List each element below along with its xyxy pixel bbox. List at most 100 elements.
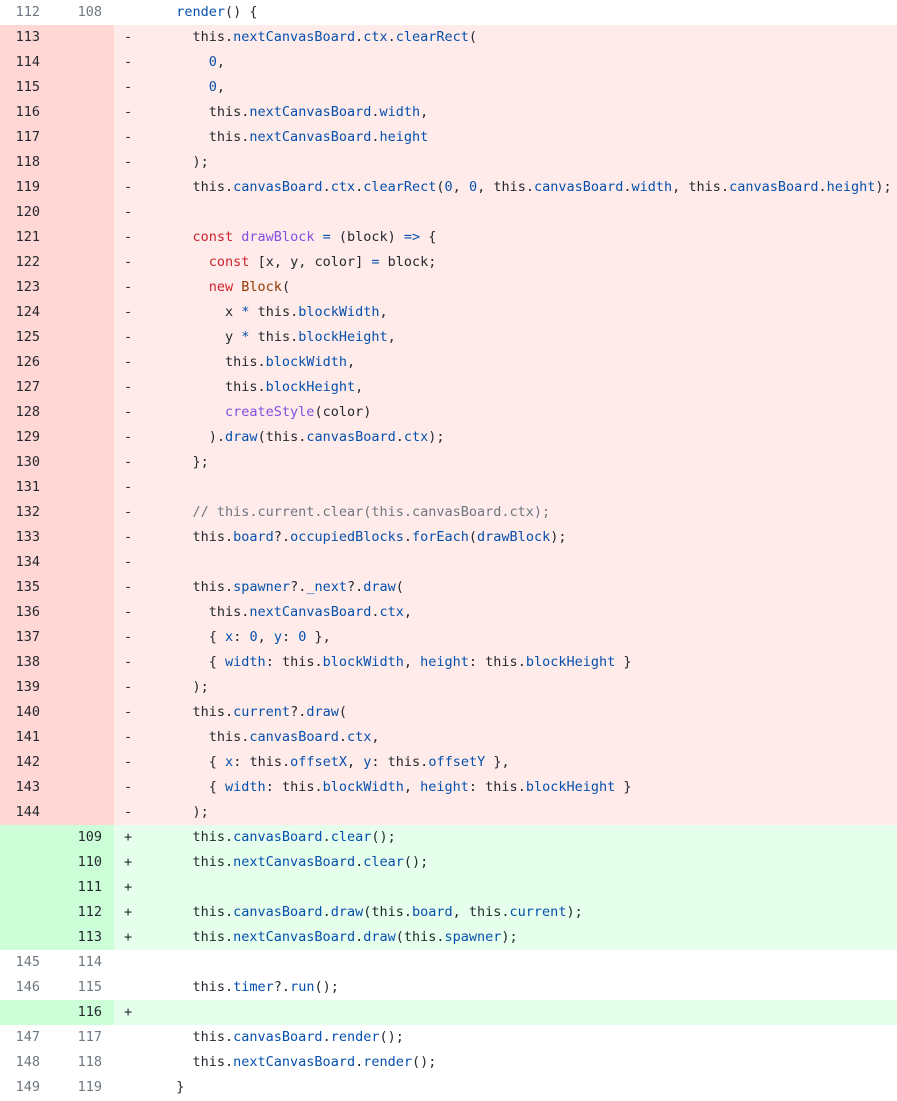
new-line-number[interactable] bbox=[57, 150, 114, 175]
new-line-number[interactable]: 111 bbox=[57, 875, 114, 900]
new-line-number[interactable]: 112 bbox=[57, 900, 114, 925]
old-line-number[interactable]: 141 bbox=[0, 725, 57, 750]
new-line-number[interactable] bbox=[57, 475, 114, 500]
new-line-number[interactable] bbox=[57, 650, 114, 675]
old-line-number[interactable]: 117 bbox=[0, 125, 57, 150]
old-line-number[interactable]: 143 bbox=[0, 775, 57, 800]
old-line-number[interactable]: 115 bbox=[0, 75, 57, 100]
old-line-number[interactable]: 125 bbox=[0, 325, 57, 350]
code-token: clearRect bbox=[363, 179, 437, 195]
code-token: , bbox=[403, 654, 421, 670]
old-line-number[interactable]: 112 bbox=[0, 0, 57, 25]
code-token: 0 bbox=[208, 54, 217, 70]
old-line-number[interactable]: 137 bbox=[0, 625, 57, 650]
new-line-number[interactable] bbox=[57, 675, 114, 700]
new-line-number[interactable]: 113 bbox=[57, 925, 114, 950]
old-line-number[interactable] bbox=[0, 825, 57, 850]
new-line-number[interactable] bbox=[57, 375, 114, 400]
old-line-number[interactable] bbox=[0, 900, 57, 925]
new-line-number[interactable] bbox=[57, 450, 114, 475]
new-line-number[interactable] bbox=[57, 175, 114, 200]
new-line-number[interactable] bbox=[57, 800, 114, 825]
code-token: draw bbox=[306, 704, 339, 720]
old-line-number[interactable]: 129 bbox=[0, 425, 57, 450]
new-line-number[interactable] bbox=[57, 550, 114, 575]
old-line-number[interactable]: 134 bbox=[0, 550, 57, 575]
old-line-number[interactable]: 123 bbox=[0, 275, 57, 300]
old-line-number[interactable] bbox=[0, 925, 57, 950]
new-line-number[interactable]: 115 bbox=[57, 975, 114, 1000]
old-line-number[interactable]: 132 bbox=[0, 500, 57, 525]
old-line-number[interactable]: 136 bbox=[0, 600, 57, 625]
new-line-number[interactable] bbox=[57, 125, 114, 150]
diff-line-context: 147 117 this.canvasBoard.render(); bbox=[0, 1025, 897, 1050]
old-line-number[interactable]: 121 bbox=[0, 225, 57, 250]
new-line-number[interactable] bbox=[57, 200, 114, 225]
old-line-number[interactable]: 124 bbox=[0, 300, 57, 325]
new-line-number[interactable]: 109 bbox=[57, 825, 114, 850]
new-line-number[interactable] bbox=[57, 575, 114, 600]
new-line-number[interactable] bbox=[57, 775, 114, 800]
old-line-number[interactable]: 147 bbox=[0, 1025, 57, 1050]
old-line-number[interactable]: 126 bbox=[0, 350, 57, 375]
old-line-number[interactable]: 146 bbox=[0, 975, 57, 1000]
new-line-number[interactable]: 117 bbox=[57, 1025, 114, 1050]
new-line-number[interactable] bbox=[57, 300, 114, 325]
old-line-number[interactable]: 119 bbox=[0, 175, 57, 200]
new-line-number[interactable]: 119 bbox=[57, 1075, 114, 1100]
old-line-number[interactable]: 148 bbox=[0, 1050, 57, 1075]
new-line-number[interactable] bbox=[57, 625, 114, 650]
new-line-number[interactable] bbox=[57, 75, 114, 100]
old-line-number[interactable]: 139 bbox=[0, 675, 57, 700]
old-line-number[interactable]: 131 bbox=[0, 475, 57, 500]
old-line-number[interactable]: 122 bbox=[0, 250, 57, 275]
old-line-number[interactable]: 144 bbox=[0, 800, 57, 825]
new-line-number[interactable] bbox=[57, 225, 114, 250]
new-line-number[interactable] bbox=[57, 500, 114, 525]
new-line-number[interactable] bbox=[57, 50, 114, 75]
old-line-number[interactable]: 114 bbox=[0, 50, 57, 75]
code-text: 0, bbox=[142, 75, 897, 100]
old-line-number[interactable]: 120 bbox=[0, 200, 57, 225]
old-line-number[interactable]: 130 bbox=[0, 450, 57, 475]
old-line-number[interactable] bbox=[0, 875, 57, 900]
old-line-number[interactable] bbox=[0, 850, 57, 875]
old-line-number[interactable]: 135 bbox=[0, 575, 57, 600]
new-line-number[interactable] bbox=[57, 600, 114, 625]
new-line-number[interactable] bbox=[57, 750, 114, 775]
new-line-number[interactable] bbox=[57, 425, 114, 450]
old-line-number[interactable]: 133 bbox=[0, 525, 57, 550]
new-line-number[interactable] bbox=[57, 275, 114, 300]
old-line-number[interactable]: 140 bbox=[0, 700, 57, 725]
code-token: this. bbox=[192, 854, 234, 870]
new-line-number[interactable] bbox=[57, 400, 114, 425]
old-line-number[interactable]: 116 bbox=[0, 100, 57, 125]
new-line-number[interactable]: 116 bbox=[57, 1000, 114, 1025]
new-line-number[interactable]: 118 bbox=[57, 1050, 114, 1075]
new-line-number[interactable]: 108 bbox=[57, 0, 114, 25]
new-line-number[interactable] bbox=[57, 350, 114, 375]
new-line-number[interactable] bbox=[57, 725, 114, 750]
code-token: render bbox=[176, 4, 226, 20]
new-line-number[interactable] bbox=[57, 250, 114, 275]
old-line-number[interactable]: 145 bbox=[0, 950, 57, 975]
code-token: : this. bbox=[468, 654, 526, 670]
old-line-number[interactable]: 113 bbox=[0, 25, 57, 50]
new-line-number[interactable] bbox=[57, 700, 114, 725]
old-line-number[interactable]: 142 bbox=[0, 750, 57, 775]
new-line-number[interactable] bbox=[57, 100, 114, 125]
new-line-number[interactable] bbox=[57, 325, 114, 350]
old-line-number[interactable]: 128 bbox=[0, 400, 57, 425]
diff-line-deleted: 138- { width: this.blockWidth, height: t… bbox=[0, 650, 897, 675]
diff-marker: - bbox=[124, 54, 133, 70]
new-line-number[interactable] bbox=[57, 525, 114, 550]
code-token: this. bbox=[192, 829, 234, 845]
new-line-number[interactable]: 114 bbox=[57, 950, 114, 975]
new-line-number[interactable]: 110 bbox=[57, 850, 114, 875]
old-line-number[interactable] bbox=[0, 1000, 57, 1025]
new-line-number[interactable] bbox=[57, 25, 114, 50]
old-line-number[interactable]: 118 bbox=[0, 150, 57, 175]
old-line-number[interactable]: 127 bbox=[0, 375, 57, 400]
old-line-number[interactable]: 138 bbox=[0, 650, 57, 675]
old-line-number[interactable]: 149 bbox=[0, 1075, 57, 1100]
